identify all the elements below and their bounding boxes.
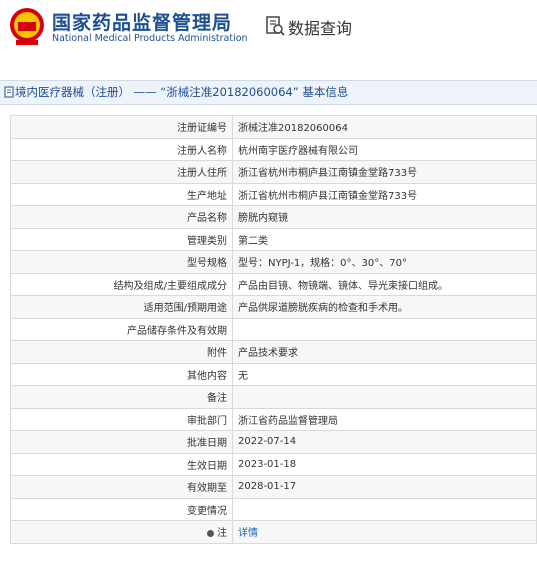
- row-label: 有效期至: [10, 475, 233, 499]
- row-value: 型号：NYPJ-1，规格：0°、30°、70°: [232, 250, 537, 274]
- table-row: 附件 产品技术要求: [10, 340, 537, 364]
- table-row: 产品名称 膀胱内窥镜: [10, 205, 537, 229]
- row-value: 杭州南宇医疗器械有限公司: [232, 137, 537, 161]
- document-icon: [4, 86, 14, 98]
- row-value: 产品供尿道膀胱疾病的检查和手术用。: [232, 295, 537, 319]
- breadcrumb-text: 境内医疗器械（注册） —— “浙械注准20182060064” 基本信息: [15, 85, 349, 99]
- breadcrumb: 境内医疗器械（注册） —— “浙械注准20182060064” 基本信息: [0, 80, 537, 105]
- table-row: 管理类别 第二类: [10, 227, 537, 251]
- table-row: 生效日期 2023-01-18: [10, 452, 537, 476]
- row-label: 注册证编号: [10, 115, 233, 139]
- table-row: 生产地址 浙江省杭州市桐庐县江南镇金堂路733号: [10, 182, 537, 206]
- table-row: 备注: [10, 385, 537, 409]
- table-row: 产品储存条件及有效期: [10, 317, 537, 341]
- table-row: 其他内容无: [10, 362, 537, 386]
- row-label: 注册人住所: [10, 160, 233, 184]
- site-header: 国家药品监督管理局 National Medical Products Admi…: [0, 0, 537, 62]
- table-row: 型号规格 型号：NYPJ-1，规格：0°、30°、70°: [10, 250, 537, 274]
- table-row: 注册人住所 浙江省杭州市桐庐县江南镇金堂路733号: [10, 160, 537, 184]
- document-search-icon: [266, 16, 285, 36]
- row-label: 生效日期: [10, 452, 233, 476]
- row-label: 批准日期: [10, 430, 233, 454]
- national-emblem-icon: [10, 8, 44, 45]
- row-label: 审批部门: [10, 407, 233, 431]
- row-value: 膀胱内窥镜: [232, 205, 537, 229]
- note-label: 注: [217, 528, 227, 540]
- row-value: [232, 497, 537, 521]
- row-value: 第二类: [232, 227, 537, 251]
- row-label: 结构及组成/主要组成成分: [10, 272, 233, 296]
- row-label: 备注: [10, 385, 233, 409]
- table-row: 注册证编号 浙械注准20182060064: [10, 115, 537, 139]
- table-row: 注 详情: [10, 520, 537, 544]
- table-row: 结构及组成/主要组成成分 产品由目镜、物镜端、镜体、导光束接口组成。: [10, 272, 537, 296]
- row-value: [232, 385, 537, 409]
- row-label: 附件: [10, 340, 233, 364]
- row-value: 2022-07-14: [232, 430, 537, 454]
- row-value: 浙械注准20182060064: [232, 115, 537, 139]
- row-label-note: 注: [10, 520, 233, 544]
- row-label: 变更情况: [10, 497, 233, 521]
- row-label: 注册人名称: [10, 137, 233, 161]
- row-label: 产品名称: [10, 205, 233, 229]
- row-value: 浙江省杭州市桐庐县江南镇金堂路733号: [232, 182, 537, 206]
- details-link[interactable]: 详情: [238, 528, 258, 539]
- table-row: 审批部门 浙江省药品监督管理局: [10, 407, 537, 431]
- row-value: 产品由目镜、物镜端、镜体、导光束接口组成。: [232, 272, 537, 296]
- table-row: 批准日期 2022-07-14: [10, 430, 537, 454]
- site-name-cn[interactable]: 国家药品监督管理局: [52, 8, 232, 35]
- row-value: 产品技术要求: [232, 340, 537, 364]
- row-value: 2023-01-18: [232, 452, 537, 476]
- table-row: 变更情况: [10, 497, 537, 521]
- table-row: 有效期至 2028-01-17: [10, 475, 537, 499]
- row-value: 浙江省杭州市桐庐县江南镇金堂路733号: [232, 160, 537, 184]
- row-label: 其他内容: [10, 362, 233, 386]
- table-row: 适用范围/预期用途 产品供尿道膀胱疾病的检查和手术用。: [10, 295, 537, 319]
- row-label: 管理类别: [10, 227, 233, 251]
- row-value: [232, 317, 537, 341]
- row-value: 2028-01-17: [232, 475, 537, 499]
- row-value: 浙江省药品监督管理局: [232, 407, 537, 431]
- row-label: 生产地址: [10, 182, 233, 206]
- table-row: 注册人名称 杭州南宇医疗器械有限公司: [10, 137, 537, 161]
- site-name-en[interactable]: National Medical Products Administration: [52, 33, 248, 44]
- row-label: 适用范围/预期用途: [10, 295, 233, 319]
- row-label: 型号规格: [10, 250, 233, 274]
- row-value: 详情: [232, 520, 537, 544]
- info-table: 注册证编号 浙械注准20182060064 注册人名称 杭州南宇医疗器械有限公司 注…: [10, 115, 537, 544]
- row-value: 无: [232, 362, 537, 386]
- bulb-icon: [207, 529, 214, 537]
- db-title: 数据查询: [288, 19, 353, 38]
- row-label: 产品储存条件及有效期: [10, 317, 233, 341]
